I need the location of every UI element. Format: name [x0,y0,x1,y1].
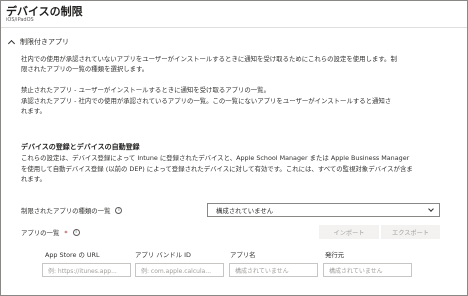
column-header-url: App Store の URL [45,251,100,259]
list-type-dropdown[interactable]: 構成されていません [207,203,440,217]
column-header-publisher: 発行元 [325,251,345,259]
enrollment-line-2: を使用して自動デバイス登録 (以前の DEP) によって登録されたデバイスに対し… [21,165,413,173]
list-type-label: 制限されたアプリの種類の一覧 [21,207,111,215]
app-store-url-input[interactable]: 例: https://itunes.app... [42,263,131,277]
list-type-value: 構成されていません [216,206,274,215]
intro-line-3: 禁止されたアプリ - ユーザーがインストールするときに通知を受け取るアプリの一覧… [21,86,270,94]
export-button[interactable]: エクスポート [381,225,440,239]
app-name-input[interactable]: 構成されていません [229,263,318,277]
enrollment-line-1: これらの設定は、デバイス登録によって Intune に登録されたデバイスと、Ap… [21,154,410,162]
enrollment-heading: デバイスの登録とデバイスの自動登録 [21,143,140,151]
column-header-app-name: アプリ名 [230,251,256,259]
import-button[interactable]: インポート [319,225,379,239]
device-restrictions-panel: デバイスの制限 iOS/iPadOS 制限付きアプリ 社内での使用が承認されてい… [0,0,468,296]
chevron-up-icon [7,39,16,48]
intro-line-1: 社内での使用が承認されていないアプリをユーザーがインストールするときに通知を受け… [21,55,397,63]
restricted-apps-section-toggle[interactable]: 制限付きアプリ [7,37,69,48]
app-list-label-row: アプリの一覧 * i [21,228,80,237]
panel-header: デバイスの制限 iOS/iPadOS [1,1,467,26]
enrollment-line-3: れます。 [21,175,46,183]
info-icon[interactable]: i [72,229,80,236]
header-divider [1,27,467,28]
intro-line-4: 承認されたアプリ - 社内での使用が承認されているアプリの一覧。この一覧にないア… [21,97,392,105]
list-type-label-row: 制限されたアプリの種類の一覧 i [21,206,123,215]
bundle-id-input[interactable]: 例: com.apple.calcula... [135,263,224,277]
section-label: 制限付きアプリ [20,38,69,46]
chevron-down-icon [428,206,434,212]
intro-line-2: 限されたアプリの一覧の種類を選択します。 [21,65,149,73]
info-icon[interactable]: i [115,207,123,214]
app-list-label: アプリの一覧 [21,229,60,237]
column-header-bundle-id: アプリ バンドル ID [135,251,191,259]
intro-line-5: れます。 [21,107,46,115]
required-mark: * [64,228,68,237]
page-subtitle: iOS/iPadOS [6,17,34,23]
publisher-input[interactable]: 構成されていません [323,263,412,277]
